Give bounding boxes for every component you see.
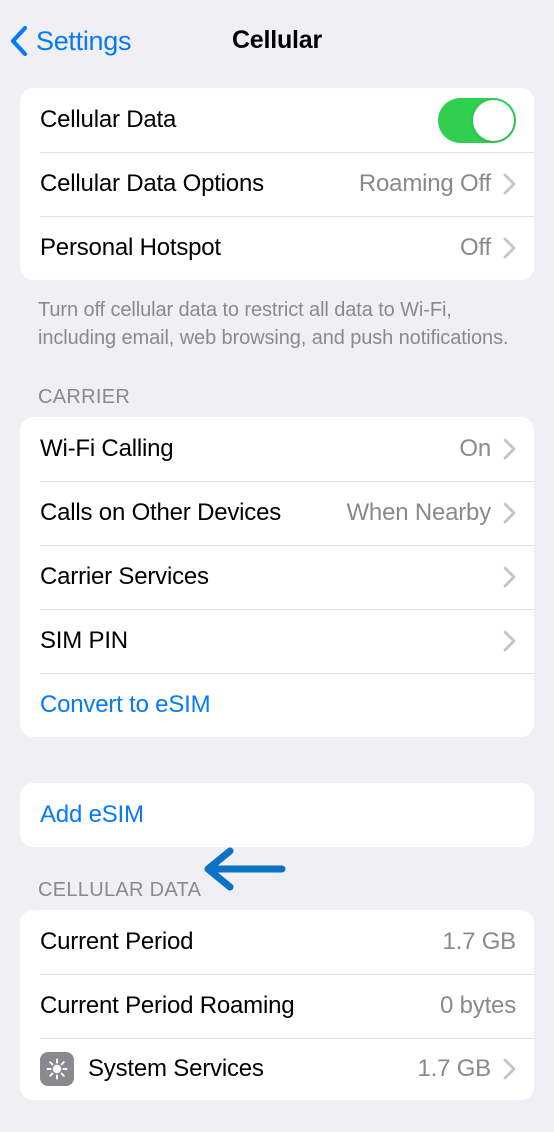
- row-calls-on-other-devices-value-group: When Nearby: [346, 499, 516, 527]
- row-cellular-data-options[interactable]: Cellular Data Options Roaming Off: [20, 152, 534, 216]
- row-personal-hotspot-value: Off: [460, 234, 491, 261]
- chevron-right-icon: [503, 502, 516, 524]
- row-wifi-calling-value: On: [459, 435, 491, 462]
- row-wifi-calling-label: Wi-Fi Calling: [40, 435, 174, 462]
- row-sim-pin[interactable]: SIM PIN: [20, 609, 534, 673]
- chevron-right-icon: [503, 1058, 516, 1080]
- chevron-right-icon: [503, 438, 516, 460]
- row-calls-on-other-devices[interactable]: Calls on Other Devices When Nearby: [20, 481, 534, 545]
- row-sim-pin-label: SIM PIN: [40, 627, 128, 654]
- cellular-data-card: Cellular Data Cellular Data Options Roam…: [20, 88, 534, 280]
- chevron-right-icon: [503, 566, 516, 588]
- row-sim-pin-value-group: [503, 630, 516, 652]
- row-cellular-data-control: [438, 97, 516, 143]
- row-wifi-calling-value-group: On: [459, 435, 516, 463]
- row-personal-hotspot[interactable]: Personal Hotspot Off: [20, 216, 534, 280]
- row-current-period-roaming[interactable]: Current Period Roaming 0 bytes: [20, 974, 534, 1038]
- row-personal-hotspot-value-group: Off: [460, 234, 516, 262]
- navigation-bar: Settings Cellular: [0, 0, 554, 88]
- chevron-right-icon: [503, 237, 516, 259]
- row-current-period[interactable]: Current Period 1.7 GB: [20, 910, 534, 974]
- row-cellular-data-options-value-group: Roaming Off: [359, 170, 516, 198]
- carrier-section-header: CARRIER: [38, 386, 131, 408]
- row-carrier-services-label: Carrier Services: [40, 563, 209, 590]
- row-cellular-data-options-value: Roaming Off: [358, 170, 491, 197]
- row-current-period-roaming-value-group: 0 bytes: [440, 992, 516, 1020]
- row-calls-on-other-devices-label: Calls on Other Devices: [40, 499, 282, 526]
- row-current-period-roaming-label: Current Period Roaming: [40, 992, 295, 1019]
- row-system-services-value-group: 1.7 GB: [417, 1055, 516, 1083]
- row-calls-on-other-devices-value: When Nearby: [346, 499, 491, 526]
- row-current-period-roaming-value: 0 bytes: [440, 992, 516, 1019]
- toggle-knob: [473, 99, 514, 141]
- carrier-card: Wi-Fi Calling On Calls on Other Devices …: [20, 417, 534, 737]
- add-esim-card: Add eSIM: [20, 783, 534, 847]
- system-services-gear-icon: [40, 1052, 74, 1086]
- row-current-period-label: Current Period: [40, 928, 194, 955]
- row-convert-to-esim[interactable]: Convert to eSIM: [20, 673, 534, 737]
- row-convert-to-esim-label: Convert to eSIM: [40, 691, 211, 718]
- row-current-period-value: 1.7 GB: [442, 928, 516, 955]
- row-current-period-value-group: 1.7 GB: [442, 928, 516, 956]
- row-cellular-data-label: Cellular Data: [40, 106, 177, 133]
- row-system-services-label: System Services: [88, 1055, 264, 1082]
- chevron-right-icon: [503, 630, 516, 652]
- row-add-esim-label: Add eSIM: [40, 801, 144, 828]
- cellular-data-footer: Turn off cellular data to restrict all d…: [38, 299, 509, 349]
- cellular-data-usage-card: Current Period 1.7 GB Current Period Roa…: [20, 910, 534, 1100]
- cellular-data-usage-section-header: CELLULAR DATA: [38, 879, 202, 901]
- row-personal-hotspot-label: Personal Hotspot: [40, 234, 221, 261]
- row-carrier-services[interactable]: Carrier Services: [20, 545, 534, 609]
- row-system-services-value: 1.7 GB: [417, 1055, 491, 1082]
- row-cellular-data[interactable]: Cellular Data: [20, 88, 534, 152]
- row-system-services[interactable]: System Services 1.7 GB: [20, 1038, 534, 1100]
- row-carrier-services-value-group: [503, 566, 516, 588]
- row-add-esim[interactable]: Add eSIM: [20, 783, 534, 847]
- row-cellular-data-options-label: Cellular Data Options: [40, 170, 264, 197]
- chevron-right-icon: [503, 173, 516, 195]
- gear-glyph: [46, 1058, 68, 1080]
- cellular-data-toggle[interactable]: [438, 97, 516, 143]
- page-title: Cellular: [231, 26, 323, 54]
- row-wifi-calling[interactable]: Wi-Fi Calling On: [20, 417, 534, 481]
